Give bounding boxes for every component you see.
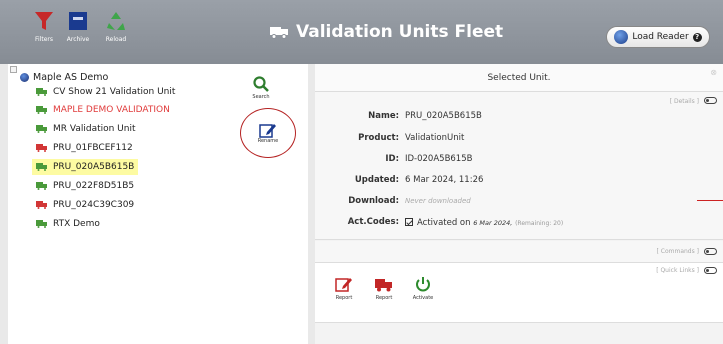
tree-item[interactable]: PRU_024C39C309 — [32, 197, 138, 213]
actcodes-row: Act.Codes: Activated on 6 Mar 2024, (Rem… — [315, 214, 723, 230]
product-label: Product: — [358, 133, 399, 143]
commands-tag: [ Commands ] — [656, 248, 699, 255]
quick-link-label: Activate — [412, 295, 434, 301]
search-label: Search — [252, 94, 270, 100]
archive-icon — [69, 12, 87, 30]
quick-link-label: Report — [335, 295, 353, 301]
details-panel: Selected Unit. ⊗ [ Details ] Name: PRU_0… — [315, 64, 723, 344]
truck-icon — [36, 220, 47, 228]
quick-link-label: Report — [375, 295, 393, 301]
tree-item[interactable]: CV Show 21 Validation Unit — [32, 84, 179, 100]
truck-icon — [36, 88, 47, 96]
truck-icon — [36, 182, 47, 190]
commands-toggle[interactable] — [704, 248, 717, 255]
product-row: Product: ValidationUnit — [315, 130, 723, 146]
top-toolbar: Filters Archive Reload Validation Units … — [0, 0, 723, 64]
details-tag: [ Details ] — [669, 98, 699, 105]
globe-icon — [20, 73, 29, 82]
filter-icon — [35, 12, 53, 30]
power-icon — [416, 277, 430, 292]
details-header-text: Selected Unit. — [487, 73, 551, 83]
tree-item-label: PRU_020A5B615B — [53, 162, 135, 172]
tree-item-label: RTX Demo — [53, 219, 100, 229]
name-value: PRU_020A5B615B — [405, 111, 482, 121]
annotation-line — [697, 200, 723, 201]
tree-item-label: PRU_024C39C309 — [53, 200, 135, 210]
details-header: Selected Unit. ⊗ — [315, 64, 723, 92]
updated-label: Updated: — [354, 175, 399, 185]
download-value: Never downloaded — [405, 197, 471, 205]
product-value: ValidationUnit — [405, 133, 465, 143]
edit-icon — [259, 124, 276, 138]
id-value: ID-020A5B615B — [405, 154, 473, 164]
help-icon: ? — [692, 32, 702, 42]
updated-value: 6 Mar 2024, 11:26 — [405, 175, 484, 185]
details-toggle[interactable] — [704, 97, 717, 104]
truck-icon — [36, 106, 47, 114]
commands-section: [ Commands ] — [315, 241, 723, 263]
rename-button[interactable]: Rename — [240, 108, 296, 158]
truck-icon — [36, 201, 47, 209]
truck-icon — [36, 144, 47, 152]
tree-item[interactable]: RTX Demo — [32, 216, 104, 232]
actcodes-label: Act.Codes: — [347, 217, 399, 227]
name-label: Name: — [368, 111, 399, 121]
tree-item-label: MR Validation Unit — [53, 124, 136, 134]
rename-label: Rename — [257, 138, 279, 144]
truck-icon — [375, 279, 392, 292]
unit-tree-panel: Maple AS Demo CV Show 21 Validation Unit… — [8, 64, 308, 344]
reload-button[interactable]: Reload — [96, 10, 136, 56]
actcodes-date: 6 Mar 2024, — [473, 218, 513, 227]
download-label: Download: — [348, 196, 399, 206]
search-icon — [253, 76, 269, 92]
search-button[interactable]: Search — [246, 76, 276, 100]
id-label: ID: — [385, 154, 399, 164]
tree-item-label: PRU_01FBCEF112 — [53, 143, 133, 153]
tree-item-label: PRU_022F8D51B5 — [53, 181, 135, 191]
archive-button[interactable]: Archive — [58, 10, 98, 56]
collapse-toggle[interactable] — [10, 66, 17, 73]
tree-item[interactable]: PRU_022F8D51B5 — [32, 178, 138, 194]
quick-links-tag: [ Quick Links ] — [656, 267, 699, 274]
quick-links-toggle[interactable] — [704, 267, 717, 274]
actcodes-prefix: Activated on — [417, 217, 471, 228]
load-reader-label: Load Reader — [632, 32, 689, 42]
load-reader-button[interactable]: Load Reader ? — [606, 26, 710, 48]
download-row: Download: Never downloaded — [315, 193, 723, 209]
activate-button[interactable]: Activate — [410, 276, 436, 301]
tree-root-label: Maple AS Demo — [33, 72, 109, 83]
title-text: Validation Units Fleet — [296, 22, 504, 42]
tree-item-label: CV Show 21 Validation Unit — [53, 87, 176, 97]
name-row: Name: PRU_020A5B615B — [315, 108, 723, 124]
tree-item-label: MAPLE DEMO VALIDATION — [53, 105, 170, 115]
tree-item[interactable]: PRU_01FBCEF112 — [32, 140, 137, 156]
globe-icon — [614, 30, 629, 44]
details-section: [ Details ] Name: PRU_020A5B615B Product… — [315, 92, 723, 240]
report-truck-button[interactable]: Report — [371, 276, 397, 301]
truck-icon — [36, 163, 47, 171]
updated-row: Updated: 6 Mar 2024, 11:26 — [315, 172, 723, 188]
check-icon — [405, 217, 413, 226]
recycle-icon — [107, 12, 125, 30]
edit-icon — [335, 278, 352, 292]
page-title: Validation Units Fleet — [270, 22, 503, 42]
tree-item[interactable]: MR Validation Unit — [32, 121, 140, 137]
reload-label: Reload — [105, 36, 127, 43]
close-icon[interactable]: ⊗ — [710, 68, 717, 77]
tree-item-selected[interactable]: PRU_020A5B615B — [32, 159, 139, 175]
report-edit-button[interactable]: Report — [331, 276, 357, 301]
tree-item[interactable]: MAPLE DEMO VALIDATION — [32, 102, 174, 118]
id-row: ID: ID-020A5B615B — [315, 151, 723, 167]
actcodes-value: Activated on 6 Mar 2024, (Remaining: 20) — [405, 217, 563, 228]
actcodes-remaining: (Remaining: 20) — [515, 219, 564, 227]
truck-icon — [36, 125, 47, 133]
archive-label: Archive — [66, 36, 90, 43]
tree-root[interactable]: Maple AS Demo — [20, 72, 108, 83]
truck-icon — [270, 27, 288, 39]
